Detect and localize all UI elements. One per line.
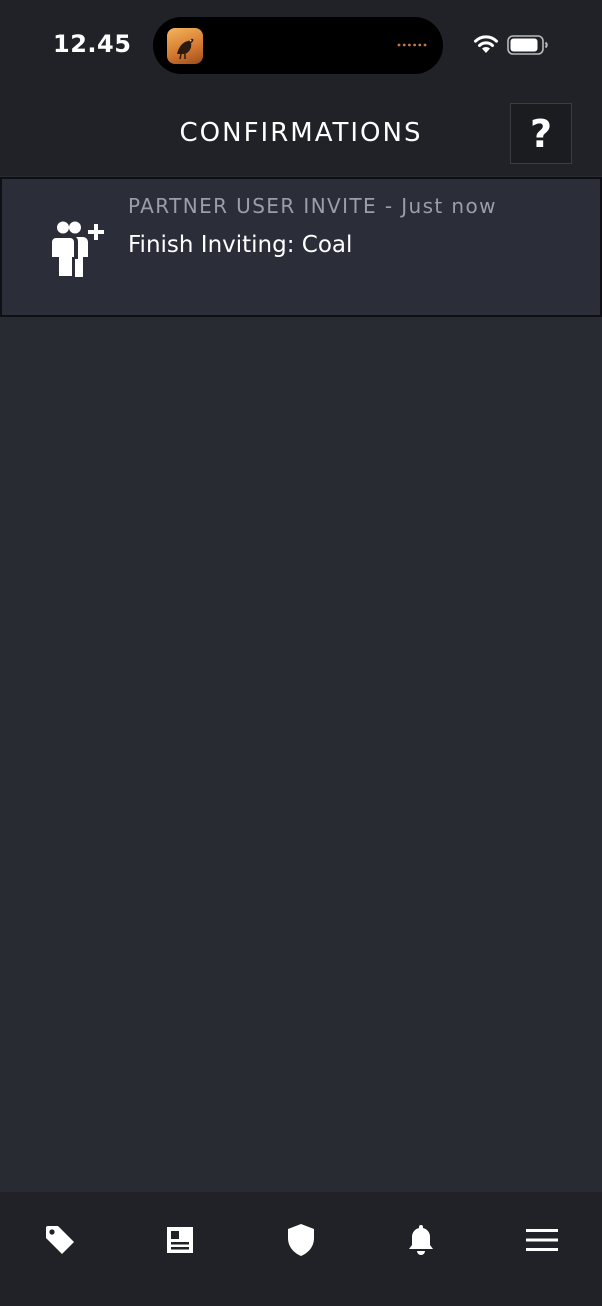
- battery-icon: [507, 35, 548, 55]
- menu-icon: [526, 1229, 558, 1251]
- activity-dots-icon: [397, 43, 427, 47]
- bird-app-icon: [167, 28, 203, 64]
- news-icon: [167, 1227, 193, 1253]
- nav-store[interactable]: [40, 1222, 80, 1258]
- confirmation-row[interactable]: PARTNER USER INVITE - Just now Finish In…: [0, 177, 602, 317]
- add-user-icon: [52, 221, 104, 277]
- nav-menu[interactable]: [522, 1222, 562, 1258]
- top-bar: 12.45 CONFIRMATIONS ?: [0, 0, 602, 176]
- help-button[interactable]: ?: [510, 103, 572, 164]
- screen: 12.45 CONFIRMATIONS ? PARTNER USER INVIT…: [0, 0, 602, 1306]
- confirmation-type: PARTNER USER INVITE - Just now: [128, 194, 497, 218]
- dynamic-island: [153, 17, 443, 74]
- bottom-nav: [0, 1192, 602, 1306]
- wifi-icon: [474, 35, 498, 53]
- tag-icon: [46, 1226, 74, 1254]
- shield-icon: [288, 1224, 314, 1256]
- nav-guard[interactable]: [281, 1222, 321, 1258]
- confirmation-title: Finish Inviting: Coal: [128, 232, 353, 258]
- status-time: 12.45: [53, 30, 132, 58]
- nav-notifications[interactable]: [401, 1222, 441, 1258]
- bell-icon: [409, 1225, 433, 1255]
- nav-news[interactable]: [160, 1222, 200, 1258]
